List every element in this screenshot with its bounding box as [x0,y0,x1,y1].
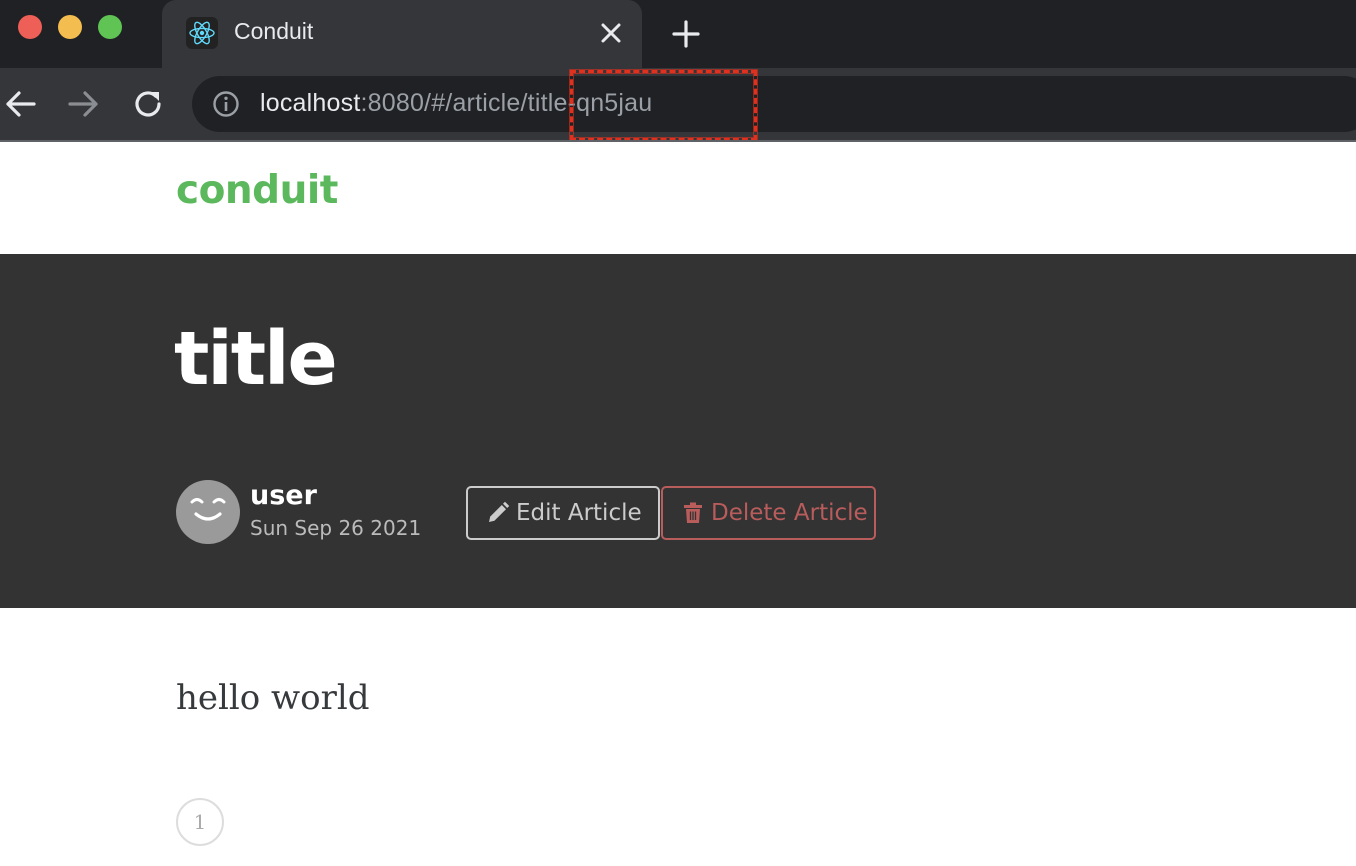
close-icon[interactable] [596,16,626,50]
avatar[interactable] [176,480,240,544]
delete-article-button[interactable]: Delete Article [661,486,876,540]
tag-pill[interactable]: 1 [176,798,224,846]
url-text: localhost:8080/#/article/title-qn5jau [260,89,652,118]
article-banner: title user Sun Sep 26 2021 Edit Article [0,254,1356,608]
window-minimize-button[interactable] [58,15,82,39]
reload-icon[interactable] [128,84,168,124]
trash-icon [681,501,705,525]
pencil-icon [486,501,510,525]
address-bar[interactable]: localhost:8080/#/article/title-qn5jau [192,76,1356,132]
edit-article-label: Edit Article [516,500,642,526]
window-maximize-button[interactable] [98,15,122,39]
article-content: hello world 1 [0,608,1356,866]
browser-tab[interactable]: Conduit [162,0,642,68]
tab-title: Conduit [234,18,314,44]
arrow-left-icon[interactable] [0,84,40,124]
browser-tab-strip: Conduit [0,0,1356,68]
react-logo-icon [186,17,218,49]
author-link[interactable]: user [250,480,317,511]
url-host: localhost [260,89,361,117]
arrow-right-icon[interactable] [64,84,104,124]
article-body: hello world [176,678,370,718]
info-icon[interactable] [212,90,240,118]
article-title: title [174,316,338,402]
edit-article-button[interactable]: Edit Article [466,486,660,540]
url-path: :8080/#/article/title-qn5jau [360,89,653,117]
delete-article-label: Delete Article [711,500,868,526]
window-close-button[interactable] [18,15,42,39]
browser-toolbar: localhost:8080/#/article/title-qn5jau [0,68,1356,140]
site-navbar: conduit [0,142,1356,254]
plus-icon[interactable] [668,16,704,52]
article-date: Sun Sep 26 2021 [250,516,422,540]
brand-logo-link[interactable]: conduit [176,168,338,213]
